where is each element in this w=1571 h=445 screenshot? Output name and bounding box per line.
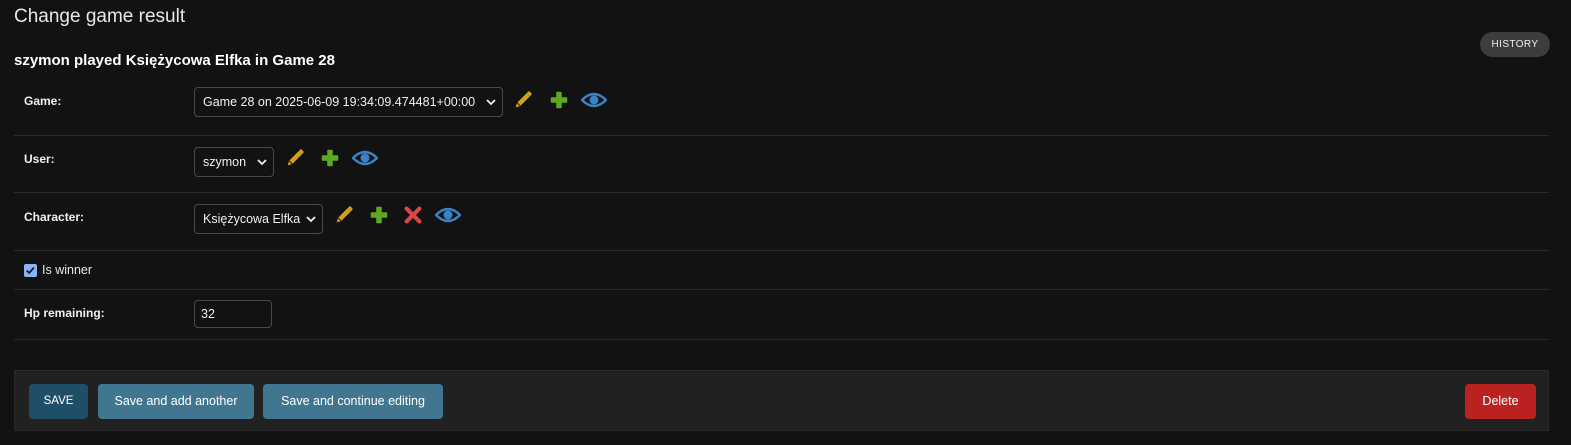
- eye-icon[interactable]: [352, 147, 378, 169]
- pencil-icon[interactable]: [512, 89, 534, 111]
- submit-row: SAVE Save and add another Save and conti…: [14, 370, 1549, 431]
- form-row-character: Character: Księżycowa Elfka: [14, 192, 1549, 251]
- save-and-add-another-button[interactable]: Save and add another: [98, 384, 254, 419]
- save-button[interactable]: SAVE: [29, 384, 88, 419]
- hp-remaining-input[interactable]: 32: [194, 300, 272, 328]
- pencil-icon[interactable]: [284, 147, 306, 169]
- plus-icon[interactable]: [368, 204, 390, 226]
- page-title: Change game result: [14, 6, 186, 27]
- form-row-hp-remaining: Hp remaining: 32: [14, 289, 1549, 340]
- form-row-game: Game: Game 28 on 2025-06-09 19:34:09.474…: [14, 76, 1549, 136]
- user-select[interactable]: szymon: [194, 147, 274, 177]
- eye-icon[interactable]: [581, 89, 607, 111]
- is-winner-checkbox[interactable]: [24, 264, 37, 277]
- chevron-down-icon: [257, 159, 267, 166]
- game-select-value: Game 28 on 2025-06-09 19:34:09.474481+00…: [203, 95, 476, 109]
- game-select[interactable]: Game 28 on 2025-06-09 19:34:09.474481+00…: [194, 87, 503, 117]
- pencil-icon[interactable]: [333, 204, 355, 226]
- character-select-value: Księżycowa Elfka: [203, 212, 301, 226]
- game-label: Game:: [24, 94, 62, 108]
- is-winner-label: Is winner: [42, 263, 93, 277]
- history-button[interactable]: HISTORY: [1480, 32, 1550, 57]
- checkmark-icon: [26, 266, 35, 275]
- form-row-user: User: szymon: [14, 135, 1549, 193]
- form-row-is-winner: Is winner: [14, 250, 1549, 290]
- chevron-down-icon: [306, 216, 316, 223]
- chevron-down-icon: [486, 99, 496, 106]
- user-label: User:: [24, 152, 55, 166]
- delete-button[interactable]: Delete: [1465, 384, 1536, 419]
- plus-icon[interactable]: [319, 147, 341, 169]
- eye-icon[interactable]: [435, 204, 461, 226]
- user-select-value: szymon: [203, 155, 247, 169]
- object-title: szymon played Księżycowa Elfka in Game 2…: [14, 52, 335, 69]
- x-icon[interactable]: [402, 204, 424, 226]
- hp-remaining-label: Hp remaining:: [24, 306, 105, 320]
- character-label: Character:: [24, 210, 85, 224]
- plus-icon[interactable]: [548, 89, 570, 111]
- change-form-page: Change game result szymon played Księżyc…: [0, 0, 1571, 445]
- save-and-continue-editing-button[interactable]: Save and continue editing: [263, 384, 443, 419]
- character-select[interactable]: Księżycowa Elfka: [194, 204, 323, 234]
